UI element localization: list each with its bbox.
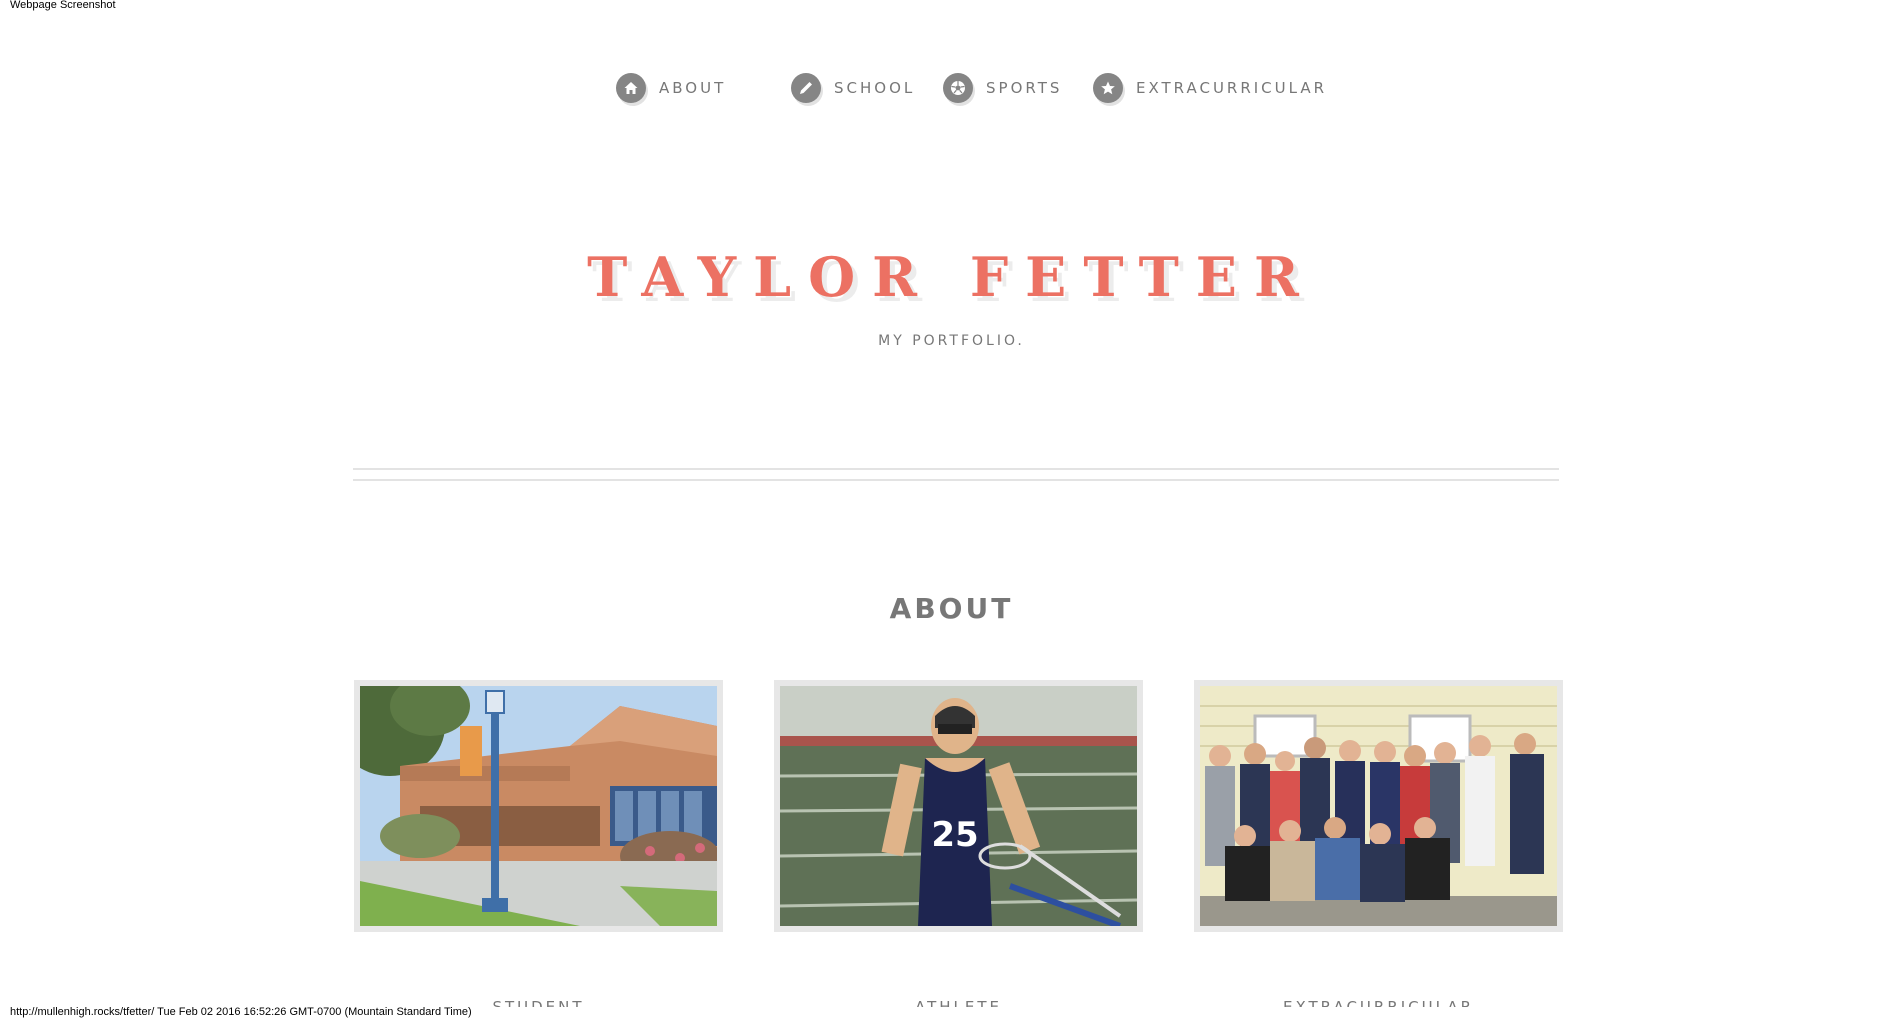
soccer-ball-icon: [943, 73, 973, 103]
nav-item-school[interactable]: SCHOOL: [791, 71, 915, 105]
about-section-title: ABOUT: [889, 592, 1014, 625]
double-divider: [353, 468, 1559, 481]
nav-label-school: SCHOOL: [834, 79, 916, 97]
group-photo: [1200, 686, 1557, 926]
nav-item-sports[interactable]: SPORTS: [943, 71, 1062, 105]
home-icon: [616, 73, 646, 103]
star-icon: [1093, 73, 1123, 103]
status-url: http://mullenhigh.rocks/tfetter/ Tue Feb…: [10, 1006, 472, 1018]
pencil-icon: [791, 73, 821, 103]
nav-label-about: ABOUT: [659, 79, 727, 97]
card-caption-extracurricular: EXTRACURRICULAR: [1282, 998, 1475, 1007]
nav-label-extracurricular: EXTRACURRICULAR: [1136, 79, 1328, 97]
nav-item-about[interactable]: ABOUT: [616, 71, 726, 105]
lacrosse-player-photo: 25: [780, 686, 1137, 926]
card-caption-athlete: ATHLETE: [914, 998, 1002, 1007]
card-athlete[interactable]: 25: [774, 680, 1143, 932]
card-extracurricular[interactable]: [1194, 680, 1563, 932]
svg-text:25: 25: [931, 815, 978, 855]
school-building-photo: [360, 686, 717, 926]
site-title: TAYLOR FETTER: [587, 245, 1316, 309]
nav-label-sports: SPORTS: [986, 79, 1063, 97]
screenshot-label: Webpage Screenshot: [10, 0, 116, 11]
nav-item-extracurricular[interactable]: EXTRACURRICULAR: [1093, 71, 1327, 105]
card-student[interactable]: [354, 680, 723, 932]
site-subtitle: MY PORTFOLIO.: [878, 333, 1025, 349]
main-nav: ABOUT SCHOOL SPORTS EXTRACURRICULAR: [0, 71, 1903, 105]
